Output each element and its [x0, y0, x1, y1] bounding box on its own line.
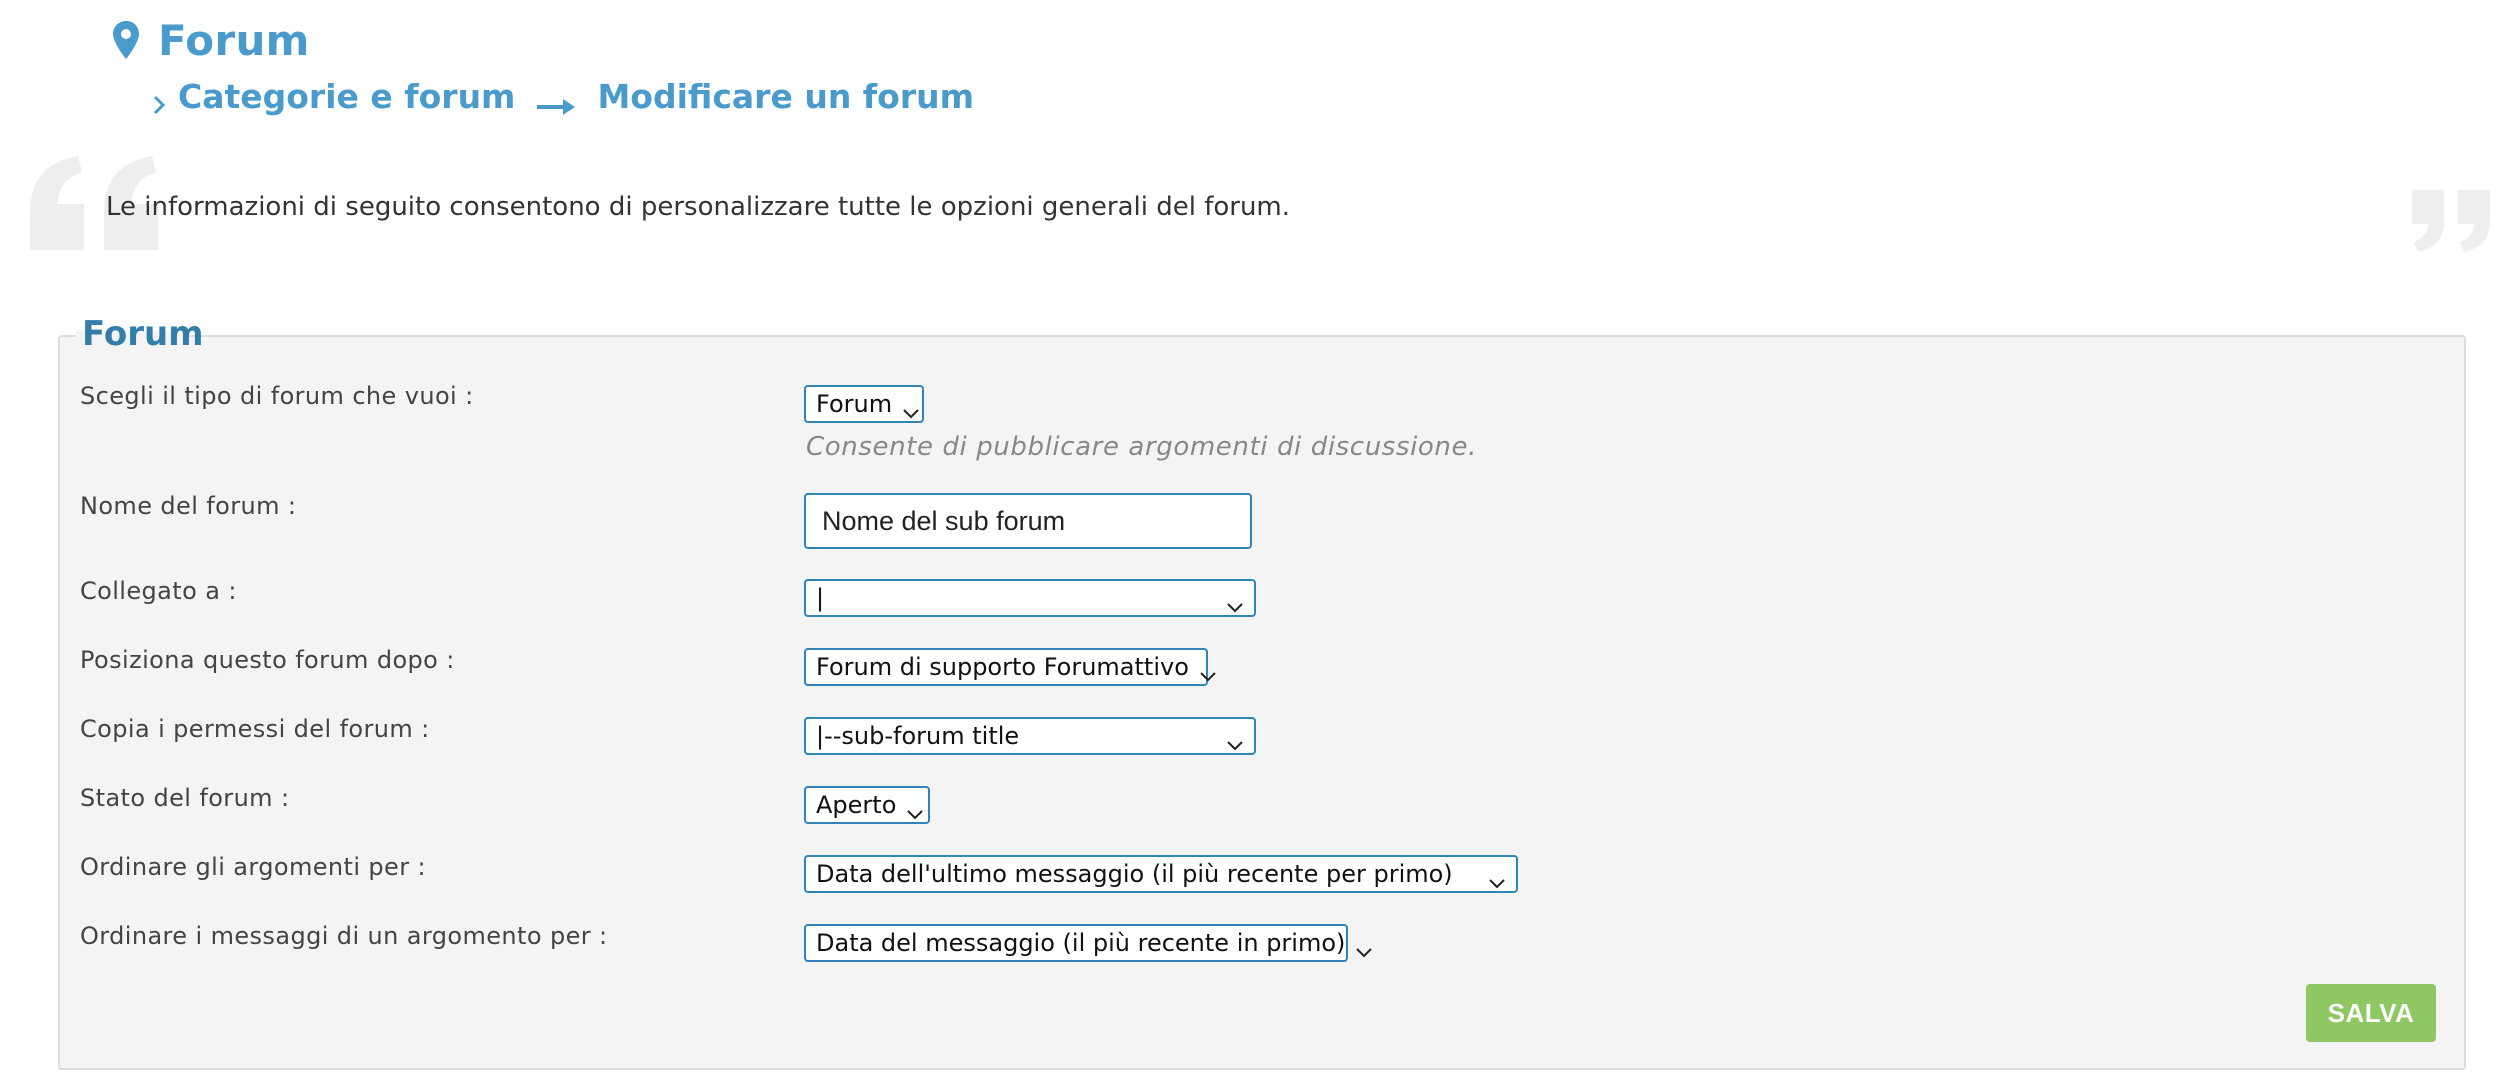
linked-to-select[interactable]: | — [804, 579, 1256, 617]
message-order-value: Data del messaggio (il più recente in pr… — [816, 929, 1346, 957]
forum-status-select[interactable]: Aperto — [804, 786, 930, 824]
topic-order-value: Data dell'ultimo messaggio (il più recen… — [816, 860, 1453, 888]
page-header: Forum — [112, 8, 310, 72]
copy-permissions-select[interactable]: |--sub-forum title — [804, 717, 1256, 755]
breadcrumb-current-page: Modificare un forum — [597, 76, 974, 116]
intro-text: Le informazioni di seguito consentono di… — [106, 192, 1291, 222]
forum-type-select[interactable]: Forum — [804, 385, 924, 423]
copy-permissions-label: Copia i permessi del forum : — [80, 715, 430, 743]
forum-name-label: Nome del forum : — [80, 492, 297, 520]
linked-to-label: Collegato a : — [80, 577, 237, 605]
map-pin-icon — [112, 20, 140, 60]
close-quote-icon — [2408, 186, 2498, 256]
chevron-down-icon — [902, 398, 920, 419]
forum-status-label: Stato del forum : — [80, 784, 290, 812]
panel-legend: Forum — [82, 314, 204, 354]
breadcrumb-section-link[interactable]: Categorie e forum — [178, 77, 515, 116]
chevron-down-icon — [1199, 661, 1217, 682]
forum-name-input[interactable]: Nome del sub forum — [804, 493, 1252, 549]
chevron-down-icon — [1226, 730, 1244, 751]
position-after-label: Posiziona questo forum dopo : — [80, 646, 455, 674]
position-after-value: Forum di supporto Forumattivo — [816, 653, 1189, 681]
linked-to-value: | — [816, 584, 825, 612]
breadcrumb: Categorie e forum Modificare un forum — [152, 72, 974, 120]
chevron-down-icon — [1226, 592, 1244, 613]
chevron-right-icon — [152, 85, 166, 115]
forum-type-hint: Consente di pubblicare argomenti di disc… — [806, 432, 1477, 462]
save-button[interactable]: SALVA — [2306, 984, 2436, 1042]
message-order-label: Ordinare i messaggi di un argomento per … — [80, 922, 608, 950]
forum-type-value: Forum — [816, 390, 893, 418]
forum-type-label: Scegli il tipo di forum che vuoi : — [80, 382, 474, 410]
topic-order-label: Ordinare gli argomenti per : — [80, 853, 427, 881]
title-row: Forum — [112, 8, 310, 72]
arrow-right-icon — [535, 86, 577, 115]
message-order-select[interactable]: Data del messaggio (il più recente in pr… — [804, 924, 1373, 962]
topic-order-select[interactable]: Data dell'ultimo messaggio (il più recen… — [804, 855, 1518, 893]
copy-permissions-value: |--sub-forum title — [816, 722, 1020, 750]
forum-status-value: Aperto — [816, 791, 897, 819]
page-title: Forum — [158, 15, 310, 65]
position-after-select[interactable]: Forum di supporto Forumattivo — [804, 648, 1216, 686]
chevron-down-icon — [1355, 937, 1373, 958]
chevron-down-icon — [1488, 868, 1506, 889]
chevron-down-icon — [906, 799, 924, 820]
